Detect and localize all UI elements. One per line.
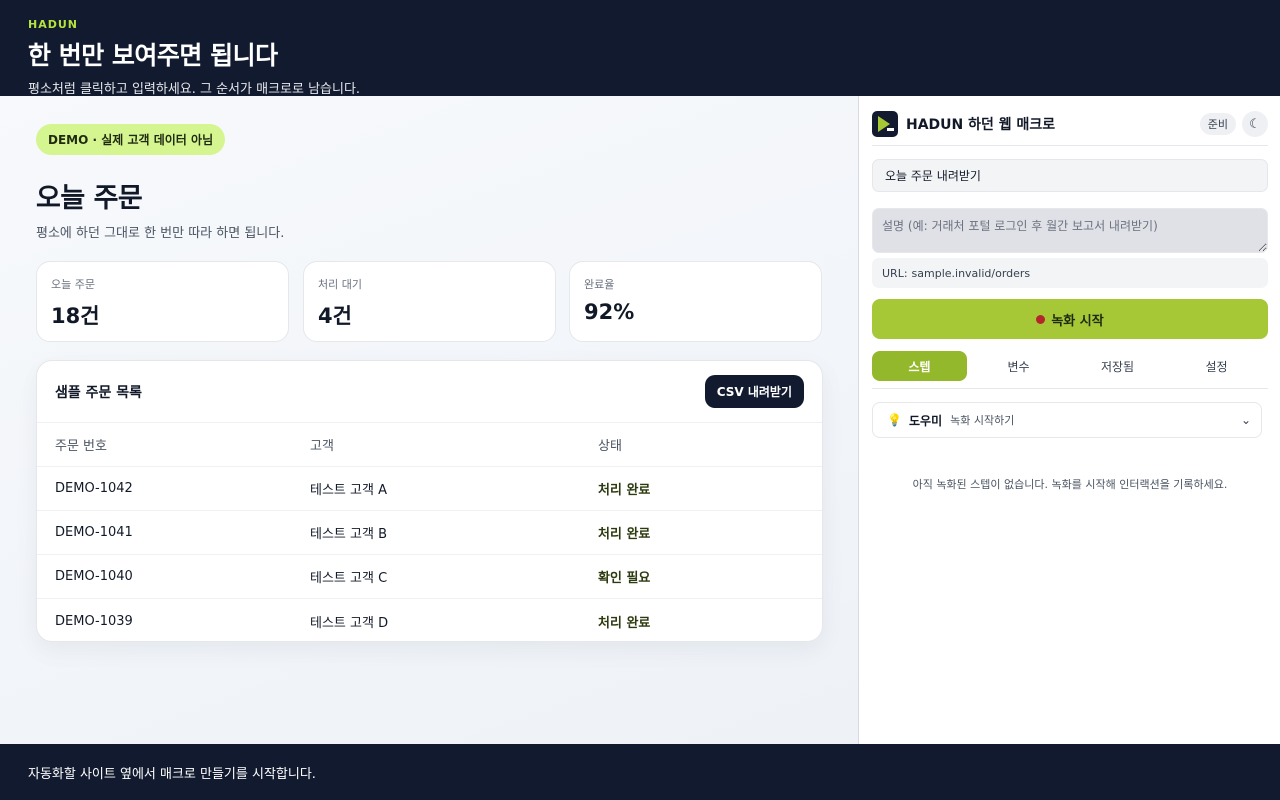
order-id-cell: DEMO-1041 xyxy=(55,525,133,540)
order-id-cell: DEMO-1042 xyxy=(55,481,133,496)
panel-title: HADUN 하던 웹 매크로 xyxy=(906,117,1056,133)
stat-value: 4건 xyxy=(318,304,352,328)
panel-header-actions: 준비 ☾ xyxy=(1199,111,1268,137)
stat-card-completion-rate: 완료율 92% xyxy=(569,261,822,342)
demo-badge: DEMO · 실제 고객 데이터 아님 xyxy=(36,124,226,155)
panel-branding: HADUN 하던 웹 매크로 xyxy=(872,111,1055,137)
customer-cell: 테스트 고객 B xyxy=(310,527,387,542)
order-id-cell: DEMO-1039 xyxy=(55,613,133,629)
empty-steps-message: 아직 녹화된 스텝이 없습니다. 녹화를 시작해 인터랙션을 기록하세요. xyxy=(912,478,1228,491)
status-cell: 처리 완료 xyxy=(598,615,651,631)
brand-label: HADUN xyxy=(28,18,78,31)
helper-title: 도우미 xyxy=(909,413,943,428)
macro-panel: HADUN 하던 웹 매크로 준비 ☾ URL: sample.invalid/… xyxy=(860,96,1280,744)
stat-value: 18건 xyxy=(51,304,100,328)
status-cell: 처리 완료 xyxy=(598,527,651,542)
tab-saved[interactable]: 저장됨 xyxy=(1070,351,1165,381)
lightbulb-icon: 💡 xyxy=(887,413,902,427)
footer-text: 자동화할 사이트 옆에서 매크로 만들기를 시작합니다. xyxy=(28,766,316,782)
order-id-cell: DEMO-1040 xyxy=(55,569,133,584)
url-value: sample.invalid/orders xyxy=(911,266,1031,280)
tab-settings[interactable]: 설정 xyxy=(1169,351,1264,381)
hero-subtitle: 평소처럼 클릭하고 입력하세요. 그 순서가 매크로로 남습니다. xyxy=(28,82,361,97)
customer-cell: 테스트 고객 C xyxy=(310,571,388,586)
tab-variables[interactable]: 변수 xyxy=(971,351,1066,381)
column-header-customer: 고객 xyxy=(310,439,334,454)
demo-site: DEMO · 실제 고객 데이터 아님 오늘 주문 평소에 하던 그대로 한 번… xyxy=(0,96,859,744)
stat-label: 완료율 xyxy=(584,278,615,291)
chevron-down-icon: ⌄ xyxy=(1240,413,1251,427)
hero-title: 한 번만 보여주면 됩니다 xyxy=(28,41,278,70)
orders-title: 샘플 주문 목록 xyxy=(55,384,143,401)
stat-value: 92% xyxy=(584,300,635,324)
stat-label: 오늘 주문 xyxy=(51,278,95,291)
page-title: 오늘 주문 xyxy=(36,183,143,214)
table-row[interactable]: DEMO-1041 테스트 고객 B 처리 완료 xyxy=(37,511,822,555)
url-label: URL: xyxy=(882,266,908,280)
customer-cell: 테스트 고객 D xyxy=(310,615,389,631)
top-header: HADUN 한 번만 보여주면 됩니다 평소처럼 클릭하고 입력하세요. 그 순… xyxy=(0,0,1280,97)
record-start-button[interactable]: 녹화 시작 xyxy=(872,299,1268,339)
table-row[interactable]: DEMO-1042 테스트 고객 A 처리 완료 xyxy=(37,467,822,511)
panel-tabs: 스텝 변수 저장됨 설정 xyxy=(872,351,1268,389)
page-description: 평소에 하던 그대로 한 번만 따라 하면 됩니다. xyxy=(36,226,285,241)
orders-header: 샘플 주문 목록 CSV 내려받기 xyxy=(37,361,822,423)
hadun-logo-icon xyxy=(872,111,898,137)
stat-label: 처리 대기 xyxy=(318,278,362,291)
theme-toggle-button[interactable]: ☾ xyxy=(1242,111,1268,137)
table-header-row: 주문 번호 고객 상태 xyxy=(37,423,822,467)
macro-description-textarea[interactable] xyxy=(872,208,1268,253)
tab-steps[interactable]: 스텝 xyxy=(872,351,967,381)
table-row[interactable]: DEMO-1040 테스트 고객 C 확인 필요 xyxy=(37,555,822,599)
table-row[interactable]: DEMO-1039 테스트 고객 D 처리 완료 xyxy=(37,599,822,641)
stat-card-today-orders: 오늘 주문 18건 xyxy=(36,261,289,342)
customer-cell: 테스트 고객 A xyxy=(310,483,387,498)
panel-header: HADUN 하던 웹 매크로 준비 ☾ xyxy=(872,107,1268,146)
record-button-label: 녹화 시작 xyxy=(1051,313,1104,329)
record-dot-icon xyxy=(1036,314,1046,324)
column-header-order-id: 주문 번호 xyxy=(55,439,107,454)
status-cell: 처리 완료 xyxy=(598,483,651,498)
column-header-status: 상태 xyxy=(598,439,622,454)
status-cell: 확인 필요 xyxy=(598,571,651,586)
status-badge: 준비 xyxy=(1199,113,1236,135)
url-display: URL: sample.invalid/orders xyxy=(872,258,1268,288)
helper-accordion[interactable]: 💡 도우미 녹화 시작하기 ⌄ xyxy=(872,402,1262,438)
csv-download-button[interactable]: CSV 내려받기 xyxy=(704,375,804,408)
stat-card-pending: 처리 대기 4건 xyxy=(303,261,556,342)
bottom-footer: 자동화할 사이트 옆에서 매크로 만들기를 시작합니다. xyxy=(0,744,1280,800)
macro-name-input[interactable] xyxy=(872,159,1268,192)
orders-card: 샘플 주문 목록 CSV 내려받기 주문 번호 고객 상태 DEMO-1042 … xyxy=(36,360,823,642)
helper-description: 녹화 시작하기 xyxy=(950,414,1015,427)
